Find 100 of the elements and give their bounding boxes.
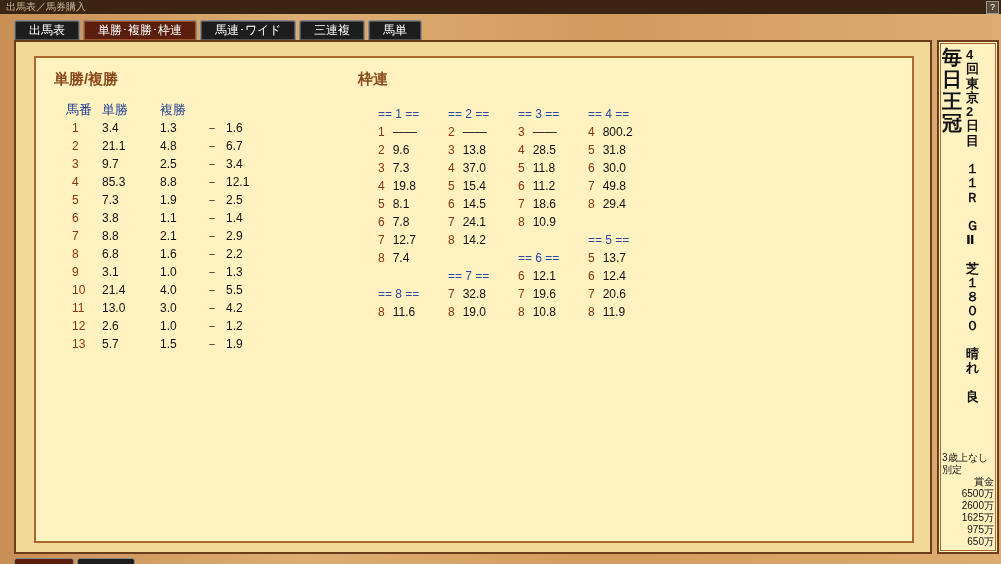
place-odds-max: 6.7 bbox=[226, 138, 244, 155]
bracket-odds: 37.0 bbox=[462, 160, 487, 177]
bracket-number: 6 bbox=[518, 268, 525, 285]
bracket-number: 7 bbox=[448, 286, 455, 303]
bracket-odds: 7.4 bbox=[392, 250, 410, 267]
horse-number: 3 bbox=[71, 156, 80, 173]
place-odds-min: 8.8 bbox=[160, 174, 178, 191]
column-header: 複勝 bbox=[160, 101, 187, 119]
bracket-odds: 14.5 bbox=[462, 196, 487, 213]
bracket-odds: 11.8 bbox=[532, 160, 556, 177]
bracket-odds: 7.8 bbox=[392, 214, 410, 231]
horse-number: 1 bbox=[71, 120, 80, 137]
prize-amount: 1625万 bbox=[960, 512, 994, 524]
bracket-number: 6 bbox=[378, 214, 385, 231]
tab[interactable]: 三連複 bbox=[299, 20, 365, 40]
bracket-number: 8 bbox=[518, 214, 525, 231]
win-odds: 21.1 bbox=[102, 138, 127, 155]
bracket-odds: 28.5 bbox=[532, 142, 557, 159]
range-dash: － bbox=[206, 318, 219, 335]
window-title: 出馬表／馬券購入 bbox=[6, 1, 86, 13]
horse-number: 6 bbox=[71, 210, 80, 227]
tab[interactable]: 単勝･複勝･枠連 bbox=[83, 20, 197, 40]
bracket-odds: 10.8 bbox=[532, 304, 557, 321]
race-detail: 芝１８００ bbox=[966, 261, 979, 334]
win-odds: 85.3 bbox=[102, 174, 127, 191]
bracket-odds: 19.6 bbox=[532, 286, 557, 303]
range-dash: － bbox=[206, 246, 219, 263]
horse-number: 12 bbox=[71, 318, 87, 335]
bracket-number: 3 bbox=[448, 142, 455, 159]
range-dash: － bbox=[206, 138, 219, 155]
place-odds-max: 1.3 bbox=[226, 264, 244, 281]
prize-amount: 650万 bbox=[966, 536, 994, 548]
bracket-number: 8 bbox=[448, 232, 455, 249]
range-dash: － bbox=[206, 228, 219, 245]
bracket-number: 4 bbox=[378, 178, 385, 195]
place-odds-min: 4.8 bbox=[160, 138, 178, 155]
horse-number: 10 bbox=[71, 282, 87, 299]
bracket-number: 7 bbox=[588, 178, 595, 195]
bracket-header: == 3 == bbox=[518, 106, 561, 123]
horse-number: 2 bbox=[71, 138, 80, 155]
bracket-odds: 24.1 bbox=[462, 214, 487, 231]
race-detail: １１Ｒ bbox=[966, 162, 979, 205]
place-odds-max: 4.2 bbox=[226, 300, 244, 317]
prize-amount: 6500万 bbox=[960, 488, 994, 500]
bracket-number: 6 bbox=[588, 268, 595, 285]
column-header: 馬番 bbox=[66, 101, 93, 119]
place-odds-max: 12.1 bbox=[226, 174, 251, 191]
range-dash: － bbox=[206, 300, 219, 317]
win-odds: 3.8 bbox=[102, 210, 120, 227]
bracket-number: 8 bbox=[378, 250, 385, 267]
range-dash: － bbox=[206, 156, 219, 173]
section-title: 枠連 bbox=[358, 70, 389, 89]
bracket-odds: —— bbox=[462, 124, 487, 141]
tab[interactable]: 馬連･ワイド bbox=[200, 20, 296, 40]
bracket-number: 7 bbox=[448, 214, 455, 231]
place-odds-max: 1.6 bbox=[226, 120, 244, 137]
horse-number: 7 bbox=[71, 228, 80, 245]
bracket-number: 7 bbox=[518, 196, 525, 213]
place-odds-min: 3.0 bbox=[160, 300, 178, 317]
bracket-number: 5 bbox=[518, 160, 525, 177]
bracket-header: == 5 == bbox=[588, 232, 631, 249]
horse-number: 13 bbox=[71, 336, 87, 353]
bracket-odds: —— bbox=[532, 124, 557, 141]
place-odds-max: 2.9 bbox=[226, 228, 244, 245]
place-odds-max: 2.5 bbox=[226, 192, 244, 209]
bracket-number: 8 bbox=[378, 304, 385, 321]
race-condition: 3歳上なし bbox=[942, 452, 989, 464]
bracket-number: 5 bbox=[588, 142, 595, 159]
bracket-number: 5 bbox=[588, 250, 595, 267]
place-odds-min: 4.0 bbox=[160, 282, 178, 299]
bracket-header: == 7 == bbox=[448, 268, 491, 285]
bracket-number: 3 bbox=[378, 160, 385, 177]
place-odds-max: 5.5 bbox=[226, 282, 244, 299]
race-detail: ＧⅡ bbox=[966, 218, 979, 248]
bracket-number: 3 bbox=[518, 124, 525, 141]
bracket-number: 6 bbox=[448, 196, 455, 213]
bracket-odds: 31.8 bbox=[602, 142, 627, 159]
range-dash: － bbox=[206, 336, 219, 353]
bracket-number: 2 bbox=[378, 142, 385, 159]
tab[interactable]: 出馬表 bbox=[14, 20, 80, 40]
place-odds-min: 2.5 bbox=[160, 156, 178, 173]
bracket-odds: 29.4 bbox=[602, 196, 627, 213]
column-header: 単勝 bbox=[102, 101, 129, 119]
bracket-number: 8 bbox=[588, 196, 595, 213]
place-odds-max: 2.2 bbox=[226, 246, 244, 263]
place-odds-min: 2.1 bbox=[160, 228, 178, 245]
win-odds: 21.4 bbox=[102, 282, 127, 299]
bracket-odds: 800.2 bbox=[602, 124, 633, 141]
race-name: 毎日王冠 bbox=[942, 46, 962, 136]
place-odds-max: 1.9 bbox=[226, 336, 244, 353]
tab[interactable]: 馬単 bbox=[368, 20, 422, 40]
bracket-number: 7 bbox=[518, 286, 525, 303]
place-odds-min: 1.6 bbox=[160, 246, 178, 263]
win-odds: 6.8 bbox=[102, 246, 120, 263]
bracket-header: == 2 == bbox=[448, 106, 491, 123]
bracket-number: 2 bbox=[448, 124, 455, 141]
win-odds: 2.6 bbox=[102, 318, 120, 335]
bracket-number: 4 bbox=[448, 160, 455, 177]
prize-amount: 2600万 bbox=[960, 500, 994, 512]
help-button[interactable]: ? bbox=[986, 0, 999, 14]
